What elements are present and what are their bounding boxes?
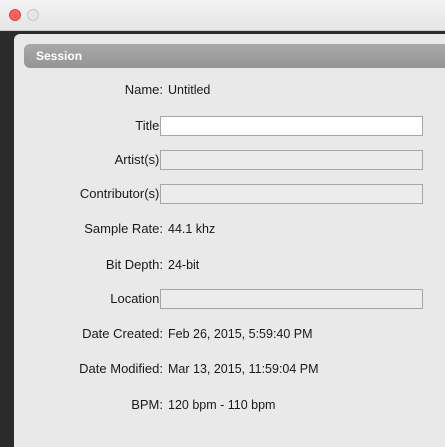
artists-label: Artist(s): bbox=[114, 152, 163, 167]
minimize-button[interactable] bbox=[27, 9, 39, 21]
row-artists: Artist(s): bbox=[14, 150, 445, 170]
row-name: Name: Untitled bbox=[14, 80, 445, 100]
date-created-label: Date Created: bbox=[82, 326, 163, 341]
close-button[interactable] bbox=[9, 9, 21, 21]
contributors-field[interactable] bbox=[160, 184, 423, 204]
section-header-session: Session bbox=[24, 44, 445, 68]
row-location: Location: bbox=[14, 289, 445, 309]
session-panel: Session Name: Untitled Title: Artist(s):… bbox=[14, 34, 445, 447]
bit-depth-label: Bit Depth: bbox=[105, 257, 163, 272]
row-date-created: Date Created: Feb 26, 2015, 5:59:40 PM bbox=[14, 324, 445, 344]
title-label: Title: bbox=[135, 118, 163, 133]
contributors-label: Contributor(s): bbox=[79, 186, 163, 201]
artists-field[interactable] bbox=[160, 150, 423, 170]
title-field[interactable] bbox=[160, 116, 423, 136]
row-date-modified: Date Modified: Mar 13, 2015, 11:59:04 PM bbox=[14, 359, 445, 379]
sample-rate-value: 44.1 khz bbox=[168, 222, 216, 236]
location-field[interactable] bbox=[160, 289, 423, 309]
row-sample-rate: Sample Rate: 44.1 khz bbox=[14, 219, 445, 239]
location-label: Location: bbox=[110, 291, 163, 306]
date-modified-label: Date Modified: bbox=[79, 361, 163, 376]
bit-depth-value: 24-bit bbox=[168, 258, 200, 272]
row-bpm: BPM: 120 bpm - 110 bpm bbox=[14, 395, 445, 415]
name-value: Untitled bbox=[168, 83, 211, 97]
date-modified-value: Mar 13, 2015, 11:59:04 PM bbox=[168, 362, 319, 376]
title-bar bbox=[0, 0, 445, 31]
name-label: Name: bbox=[124, 82, 163, 97]
bpm-value: 120 bpm - 110 bpm bbox=[168, 398, 276, 412]
sample-rate-label: Sample Rate: bbox=[84, 221, 163, 236]
session-window: Session Name: Untitled Title: Artist(s):… bbox=[0, 0, 445, 447]
date-created-value: Feb 26, 2015, 5:59:40 PM bbox=[168, 327, 313, 341]
row-title: Title: bbox=[14, 116, 445, 136]
bpm-label: BPM: bbox=[131, 397, 163, 412]
row-contributors: Contributor(s): bbox=[14, 184, 445, 204]
row-bit-depth: Bit Depth: 24-bit bbox=[14, 255, 445, 275]
